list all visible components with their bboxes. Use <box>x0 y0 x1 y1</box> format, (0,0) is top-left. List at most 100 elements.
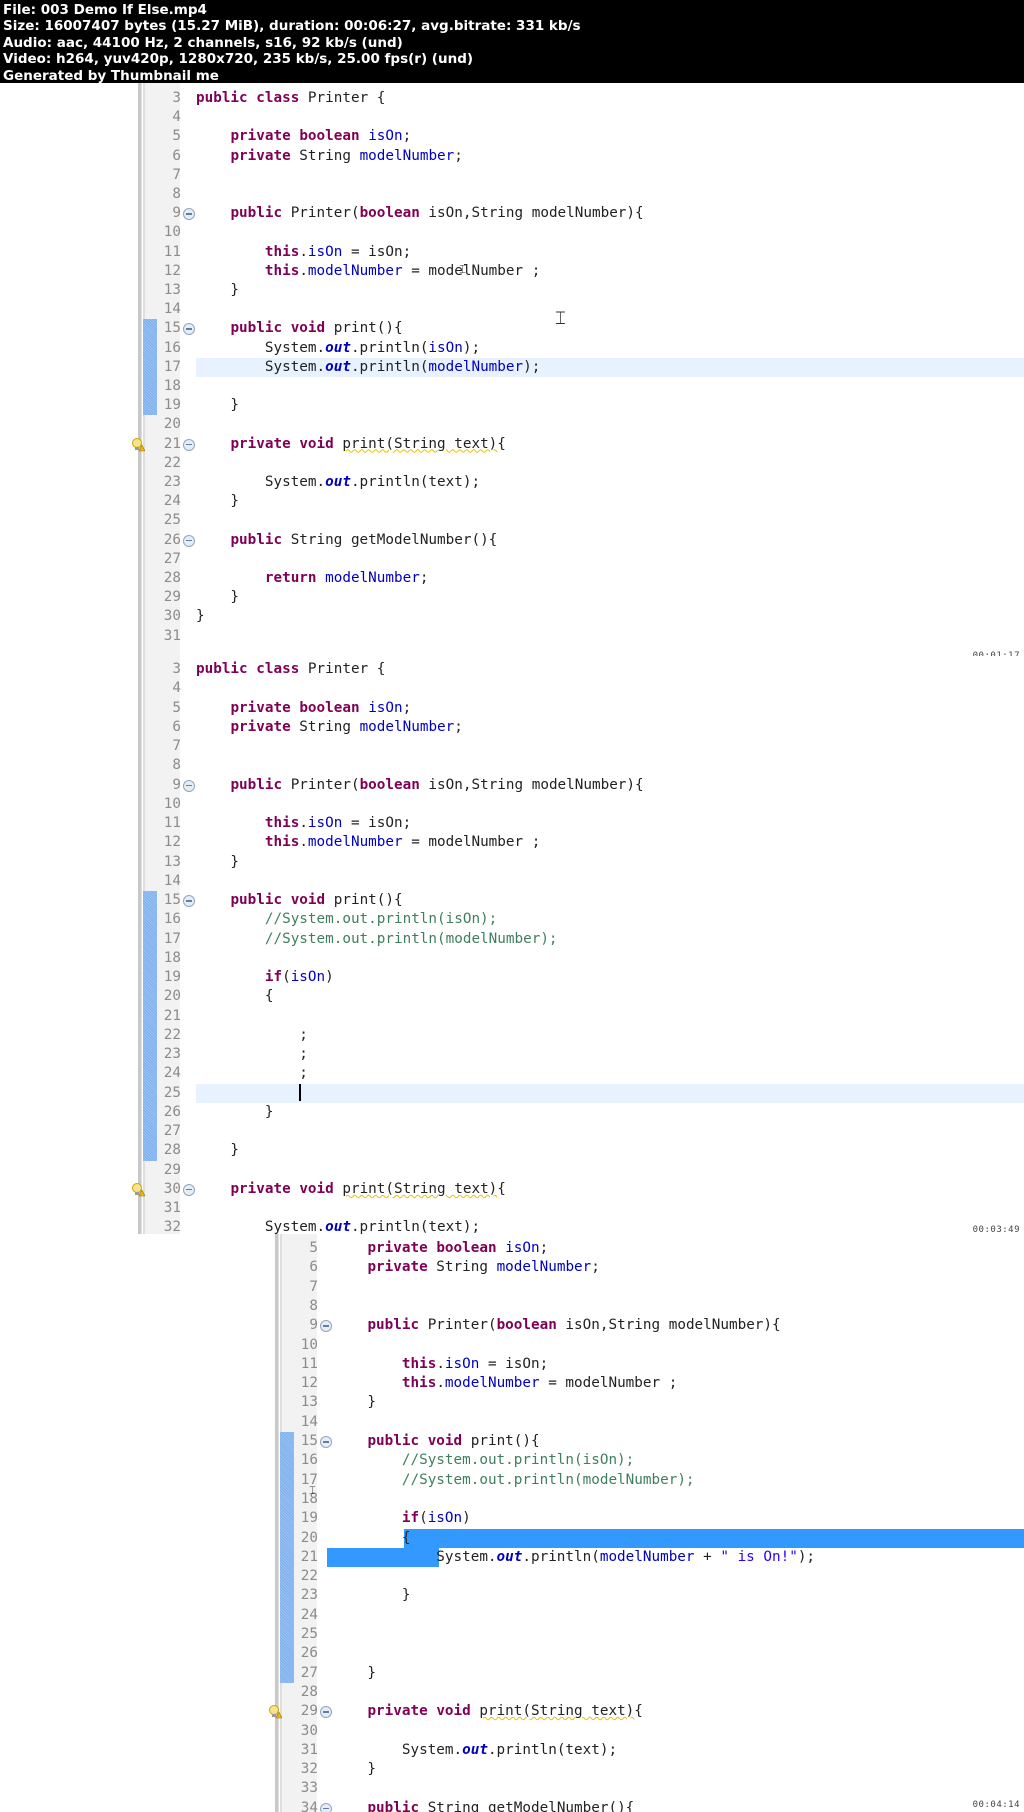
code-line[interactable]: public class Printer { <box>196 660 385 679</box>
code-line[interactable]: //System.out.println(isOn); <box>333 1451 634 1470</box>
code-line[interactable]: public Printer(boolean isOn,String model… <box>196 776 643 795</box>
line-number: 5 <box>309 1240 318 1256</box>
line-number: 28 <box>163 1142 181 1159</box>
code-line[interactable]: ; <box>196 1045 308 1064</box>
editor-frame-3: 00:04:14 5 private boolean isOn; 6 privat… <box>0 1234 1024 1812</box>
code-line[interactable]: } <box>196 396 239 415</box>
code-line[interactable]: ; <box>196 1026 308 1045</box>
code-line[interactable]: System.out.println(modelNumber + " is On… <box>333 1548 815 1567</box>
code-line[interactable]: //System.out.println(modelNumber); <box>333 1471 695 1490</box>
line-number: 31 <box>163 1200 181 1216</box>
code-line[interactable]: } <box>333 1393 376 1412</box>
code-line[interactable]: System.out.println(text); <box>196 473 480 492</box>
fold-collapse-icon[interactable] <box>320 1436 332 1448</box>
line-number: 19 <box>163 397 181 414</box>
warning-lightbulb-icon[interactable] <box>131 1182 146 1197</box>
code-line[interactable]: public String getModelNumber(){ <box>333 1799 634 1812</box>
fold-collapse-icon[interactable] <box>183 779 195 792</box>
code-line[interactable]: } <box>333 1586 411 1605</box>
code-line[interactable]: public void print(){ <box>196 319 402 338</box>
warning-lightbulb-icon[interactable] <box>268 1704 283 1719</box>
code-line[interactable]: public Printer(boolean isOn,String model… <box>196 204 643 223</box>
code-line[interactable]: this.modelNumber = modelNumber ; <box>196 833 540 852</box>
code-line[interactable]: System.out.println(isOn); <box>196 339 480 358</box>
line-number: 12 <box>300 1375 318 1392</box>
video-info: Video: h264, yuv420p, 1280x720, 235 kb/s… <box>3 51 474 68</box>
line-number: 11 <box>163 243 181 260</box>
line-number: 24 <box>163 1065 181 1082</box>
line-number: 18 <box>163 949 181 966</box>
code-line[interactable]: } <box>196 492 239 511</box>
code-line[interactable]: public class Printer { <box>196 89 385 108</box>
code-line[interactable]: private void print(String text){ <box>333 1702 642 1721</box>
fold-collapse-icon[interactable] <box>320 1706 332 1719</box>
line-number: 16 <box>163 911 181 928</box>
code-line[interactable]: this.isOn = isOn; <box>333 1355 548 1374</box>
line-number: 7 <box>309 1278 318 1295</box>
code-line[interactable]: //System.out.println(isOn); <box>196 910 497 929</box>
code-line[interactable]: private void print(String text){ <box>196 1180 505 1199</box>
line-number: 28 <box>163 570 181 586</box>
code-line[interactable]: public String getModelNumber(){ <box>196 531 497 550</box>
fold-collapse-icon[interactable] <box>183 534 195 547</box>
fold-collapse-icon[interactable] <box>183 895 195 907</box>
code-line[interactable]: } <box>196 1141 239 1160</box>
code-line[interactable]: public Printer(boolean isOn,String model… <box>333 1316 780 1335</box>
line-number: 16 <box>163 339 181 356</box>
line-number: 30 <box>300 1722 318 1739</box>
code-line[interactable] <box>196 1084 302 1103</box>
line-number: 13 <box>300 1394 318 1411</box>
code-line[interactable]: if(isOn) <box>333 1509 471 1528</box>
file-name: File: 003 Demo If Else.mp4 <box>3 2 207 18</box>
line-number: 19 <box>163 969 181 985</box>
line-number: 15 <box>163 320 181 337</box>
code-line[interactable]: private boolean isOn; <box>333 1239 548 1258</box>
code-line[interactable]: } <box>333 1760 376 1779</box>
code-line[interactable]: ; <box>196 1064 308 1083</box>
fold-collapse-icon[interactable] <box>183 208 195 221</box>
code-line[interactable]: System.out.println(text); <box>333 1741 617 1760</box>
line-number: 10 <box>163 795 181 812</box>
code-line[interactable]: this.modelNumber = modelNumber ; <box>333 1374 677 1393</box>
code-line[interactable]: this.isOn = isOn; <box>196 814 411 833</box>
code-line[interactable]: private boolean isOn; <box>196 127 411 146</box>
code-line[interactable]: } <box>196 853 239 872</box>
code-line[interactable]: System.out.println(modelNumber); <box>196 358 540 377</box>
code-line[interactable]: private void print(String text){ <box>196 435 505 454</box>
line-number: 3 <box>172 90 181 106</box>
line-number: 22 <box>163 454 181 471</box>
code-line[interactable]: } <box>333 1664 376 1683</box>
code-line[interactable]: { <box>333 1529 411 1548</box>
fold-collapse-icon[interactable] <box>183 1183 195 1196</box>
code-line[interactable]: return modelNumber; <box>196 569 429 588</box>
fold-collapse-icon[interactable] <box>320 1802 332 1812</box>
code-line[interactable]: } <box>196 588 239 607</box>
code-line[interactable]: } <box>196 281 239 300</box>
fold-collapse-icon[interactable] <box>183 323 195 336</box>
line-number: 14 <box>300 1413 318 1430</box>
generator-credit: Generated by Thumbnail me <box>3 67 219 84</box>
fold-collapse-icon[interactable] <box>183 438 195 451</box>
line-number: 25 <box>163 512 181 529</box>
code-line[interactable]: System.out.println(text); <box>196 1218 480 1234</box>
code-line[interactable]: public void print(){ <box>196 891 402 910</box>
code-line[interactable]: public void print(){ <box>333 1432 539 1451</box>
code-line[interactable]: //System.out.println(modelNumber); <box>196 930 558 949</box>
line-number: 4 <box>172 109 181 126</box>
code-line[interactable]: if(isOn) <box>196 968 334 987</box>
code-line[interactable]: private String modelNumber; <box>333 1258 599 1277</box>
code-line[interactable]: } <box>196 1103 274 1122</box>
code-line[interactable]: } <box>196 607 205 626</box>
code-line[interactable]: private String modelNumber; <box>196 718 462 737</box>
line-number: 11 <box>163 815 181 831</box>
code-line[interactable]: this.modelNumber = modelNumber ; <box>196 262 540 281</box>
warning-lightbulb-icon[interactable] <box>131 437 146 451</box>
code-line[interactable]: private boolean isOn; <box>196 699 411 718</box>
line-number: 25 <box>300 1626 318 1642</box>
fold-collapse-icon[interactable] <box>320 1320 332 1333</box>
line-number: 21 <box>163 1007 181 1024</box>
code-line[interactable]: private String modelNumber; <box>196 147 462 166</box>
editor-frame-2: 00:03:49 3 public class Printer {4 5 priva… <box>0 656 1024 1234</box>
code-line[interactable]: { <box>196 987 274 1006</box>
code-line[interactable]: this.isOn = isOn; <box>196 243 411 262</box>
